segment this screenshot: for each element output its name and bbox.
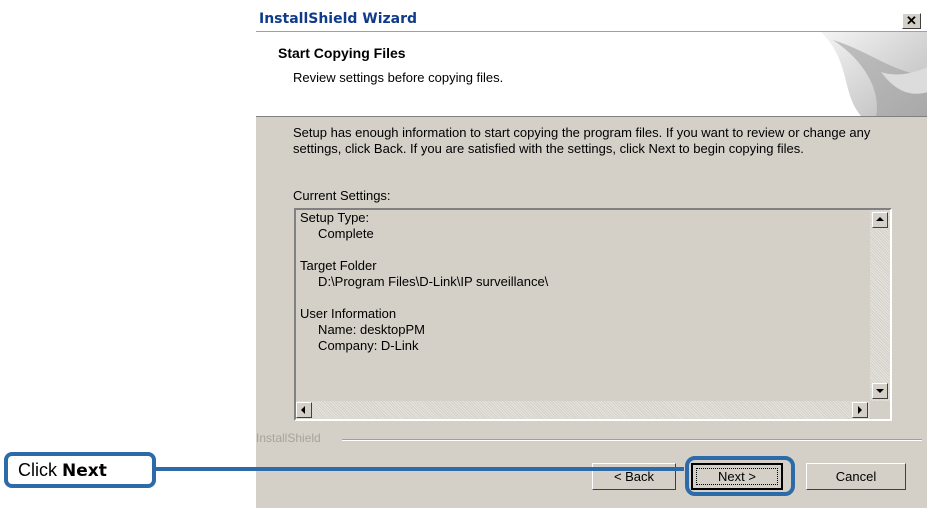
- next-button-highlight: [685, 456, 795, 496]
- callout-connector-line: [156, 467, 684, 471]
- instruction-callout: Click Next: [4, 452, 156, 488]
- settings-line: D:\Program Files\D-Link\IP surveillance\: [300, 274, 549, 289]
- vertical-scrollbar[interactable]: [870, 210, 890, 401]
- scroll-up-arrow-icon: [876, 217, 884, 221]
- close-icon: ✕: [906, 13, 917, 28]
- cancel-button[interactable]: Cancel: [806, 463, 906, 490]
- settings-line: Company: D-Link: [300, 338, 419, 353]
- installshield-dialog: InstallShield Wizard ✕ Start Copying Fil…: [255, 8, 927, 508]
- horizontal-scrollbar[interactable]: [296, 401, 870, 419]
- scroll-up-button[interactable]: [872, 212, 888, 228]
- scroll-down-button[interactable]: [872, 383, 888, 399]
- window-title: InstallShield Wizard: [259, 11, 418, 27]
- callout-prefix: Click: [18, 460, 57, 480]
- description-text: Setup has enough information to start co…: [293, 125, 871, 156]
- wizard-header: Start Copying Files Review settings befo…: [256, 32, 927, 117]
- callout-emphasis: Next: [62, 461, 107, 481]
- scroll-right-arrow-icon: [858, 406, 862, 414]
- settings-list: Setup Type: Complete Target Folder D:\Pr…: [300, 210, 548, 354]
- settings-line: Name: desktopPM: [300, 322, 425, 337]
- page-subtitle: Review settings before copying files.: [293, 70, 504, 85]
- wizard-graphic-icon: [821, 32, 927, 116]
- settings-line: User Information: [300, 306, 397, 321]
- settings-line: Setup Type:: [300, 210, 370, 225]
- scroll-down-arrow-icon: [876, 389, 884, 393]
- page-title: Start Copying Files: [278, 45, 406, 61]
- current-settings-box[interactable]: Setup Type: Complete Target Folder D:\Pr…: [294, 208, 892, 421]
- settings-line: Target Folder: [300, 258, 377, 273]
- settings-line: Complete: [300, 226, 374, 241]
- footer-divider: [342, 439, 922, 441]
- scroll-left-arrow-icon: [301, 406, 305, 414]
- current-settings-label: Current Settings:: [293, 188, 391, 203]
- settings-line: [300, 290, 548, 306]
- title-bar: InstallShield Wizard ✕: [256, 8, 927, 32]
- scroll-right-button[interactable]: [852, 402, 868, 418]
- scroll-left-button[interactable]: [296, 402, 312, 418]
- installshield-brand: InstallShield: [256, 431, 327, 445]
- settings-line: [300, 242, 548, 258]
- close-button[interactable]: ✕: [902, 13, 921, 29]
